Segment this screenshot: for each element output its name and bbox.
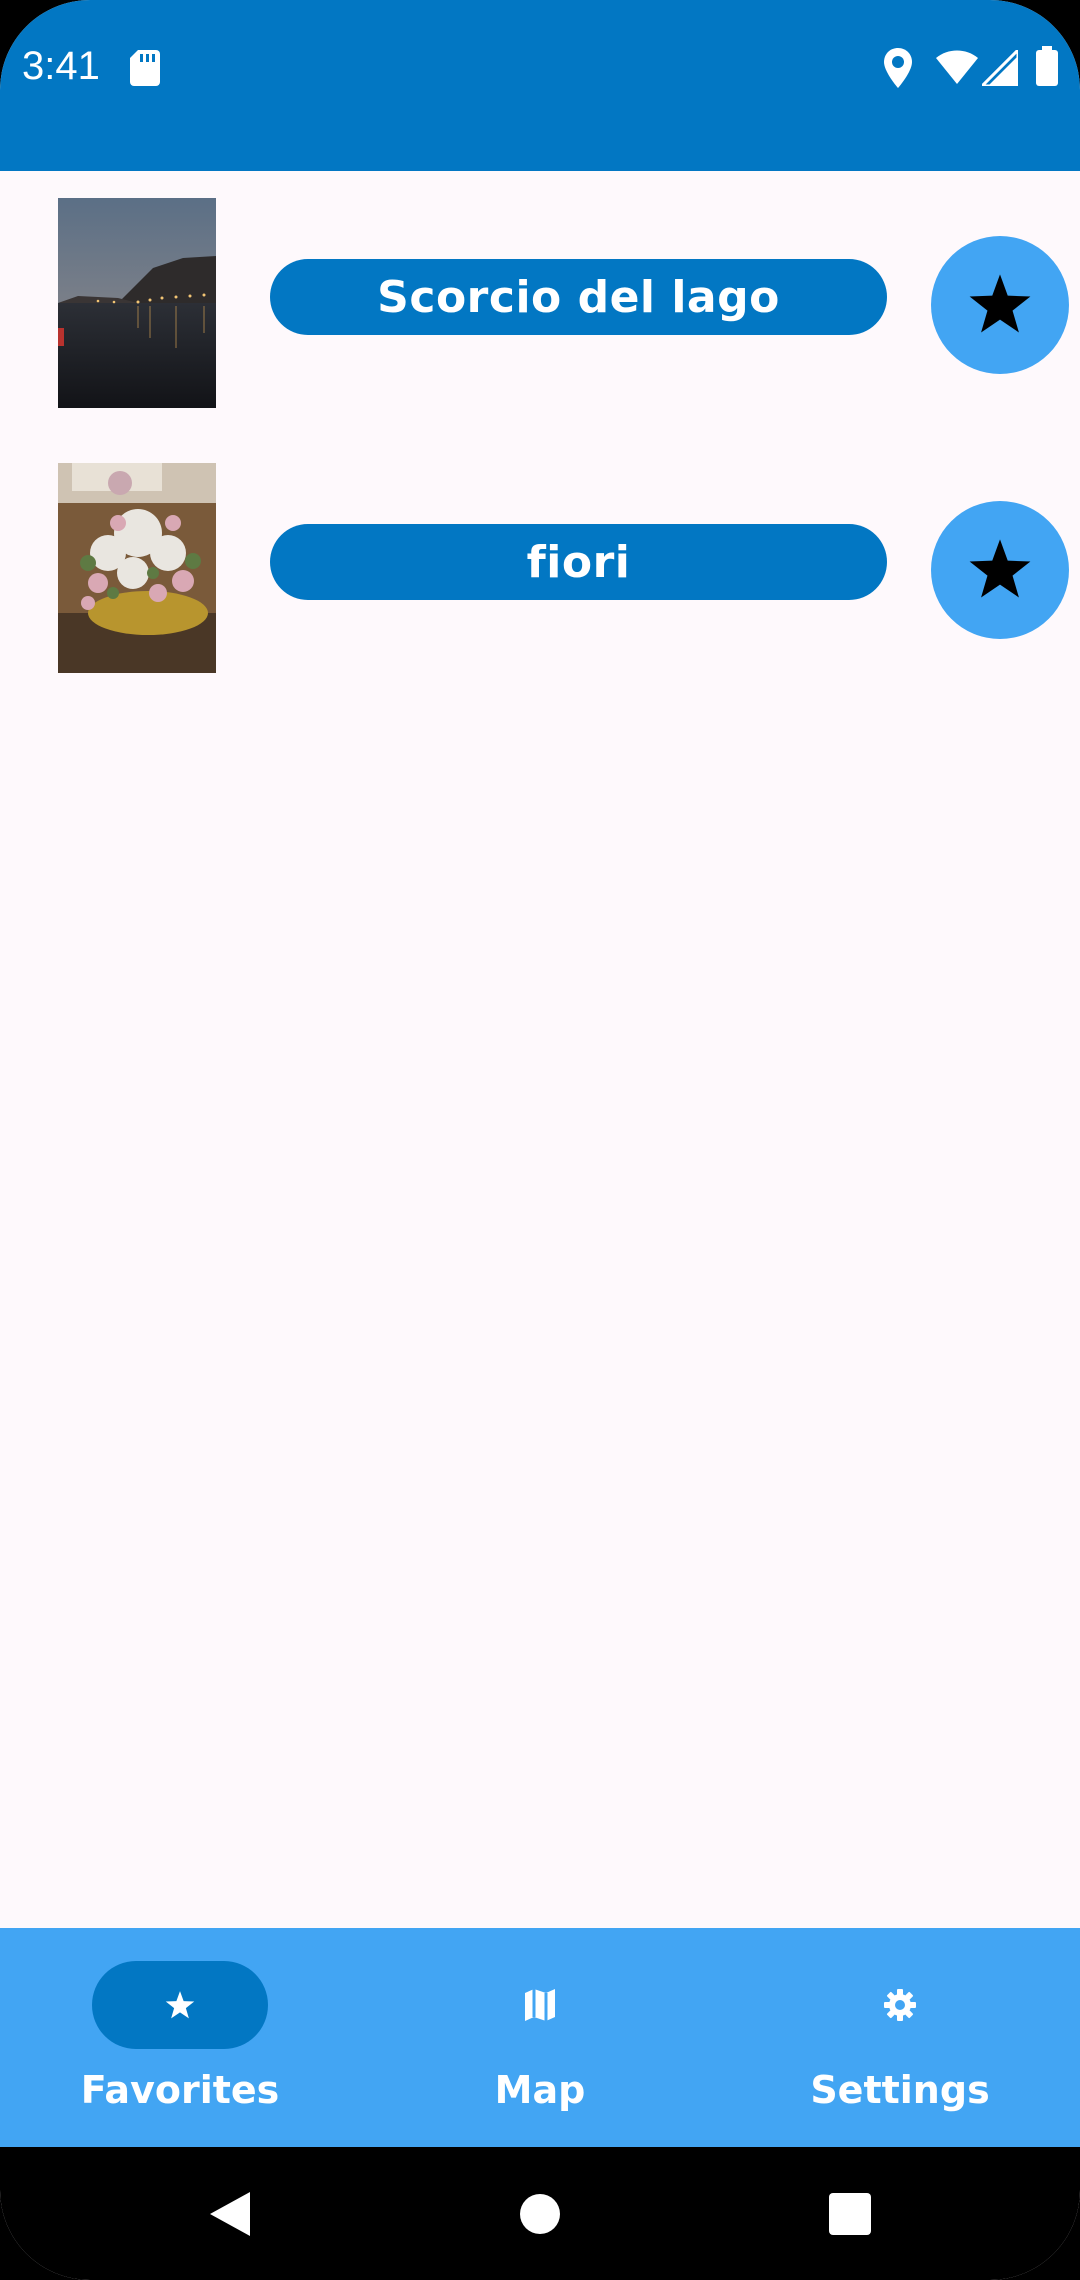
item-title-button[interactable]: Scorcio del lago: [270, 259, 887, 335]
nav-item-favorites[interactable]: Favorites: [0, 1928, 360, 2147]
list-item[interactable]: fiori: [0, 463, 1080, 673]
signal-icon: [982, 50, 1018, 86]
system-navigation-bar: [0, 2147, 1080, 2280]
home-button[interactable]: [500, 2147, 580, 2280]
list-item[interactable]: Scorcio del lago: [0, 198, 1080, 408]
sd-card-icon: [130, 50, 160, 86]
status-time: 3:41: [22, 44, 100, 88]
back-button[interactable]: [190, 2147, 270, 2280]
nav-item-map[interactable]: Map: [360, 1928, 720, 2147]
nav-item-settings[interactable]: Settings: [720, 1928, 1080, 2147]
lake-night-photo: [58, 198, 216, 408]
star-icon: [969, 539, 1031, 598]
favorite-toggle-button[interactable]: [931, 236, 1069, 374]
home-icon: [520, 2193, 560, 2234]
phone-screen: 3:41 Scorcio del lago fiori Favorites Ma…: [0, 0, 1080, 2280]
top-app-bar: 3:41: [0, 0, 1080, 171]
wifi-icon: [936, 50, 978, 84]
bottom-navigation: Favorites Map Settings: [0, 1928, 1080, 2147]
back-icon: [210, 2191, 250, 2236]
star-icon: [969, 274, 1031, 333]
gear-icon: [884, 1989, 916, 2021]
flowers-photo: [58, 463, 216, 673]
battery-icon: [1036, 46, 1058, 86]
star-icon: [165, 1990, 195, 2018]
favorite-toggle-button[interactable]: [931, 501, 1069, 639]
nav-label: Favorites: [80, 2068, 280, 2112]
item-title-button[interactable]: fiori: [270, 524, 887, 600]
recents-icon: [829, 2192, 871, 2235]
nav-label: Map: [494, 2068, 586, 2112]
location-icon: [884, 48, 912, 88]
recents-button[interactable]: [810, 2147, 890, 2280]
nav-label: Settings: [810, 2068, 990, 2112]
map-icon: [525, 1989, 555, 2021]
